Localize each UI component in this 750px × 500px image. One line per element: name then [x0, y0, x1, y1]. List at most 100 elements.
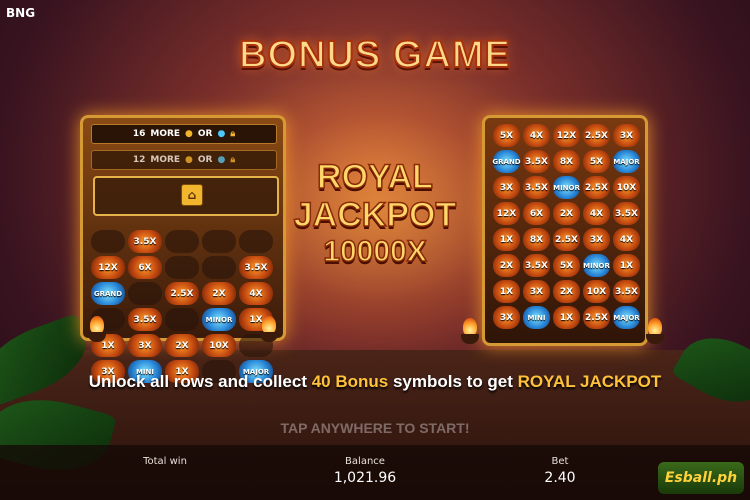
- multiplier-symbol: 3X: [583, 228, 610, 251]
- lock-row-12: 12 MORE ● OR ● 🔒︎: [91, 150, 277, 170]
- multiplier-symbol: 1X: [553, 306, 580, 329]
- multiplier-symbol: 6X: [128, 256, 162, 279]
- jackpot-symbol: MINOR: [583, 254, 610, 277]
- bonus-gem-icon: ●: [217, 129, 226, 139]
- lock-or-label: OR: [197, 129, 213, 139]
- multiplier-symbol: 8X: [553, 150, 580, 173]
- multiplier-symbol: 3X: [493, 306, 520, 329]
- multiplier-symbol: 3X: [493, 176, 520, 199]
- multiplier-symbol: 4X: [583, 202, 610, 225]
- multiplier-symbol: 3.5X: [128, 230, 162, 253]
- multiplier-symbol: 2.5X: [553, 228, 580, 251]
- lock-row-16: 16 MORE ● OR ● 🔒︎: [91, 124, 277, 144]
- multiplier-symbol: [128, 282, 162, 305]
- multiplier-symbol: 3X: [523, 280, 550, 303]
- site-logo: Esball.ph: [658, 462, 744, 494]
- multiplier-symbol: 3.5X: [523, 150, 550, 173]
- jackpot-symbol: GRAND: [492, 150, 521, 173]
- multiplier-symbol: 2X: [553, 202, 580, 225]
- multiplier-symbol: 12X: [91, 256, 125, 279]
- page-title: BONUS GAME: [238, 33, 511, 77]
- multiplier-symbol: 10X: [202, 334, 236, 357]
- multiplier-symbol: 3.5X: [523, 254, 550, 277]
- multiplier-symbol: [165, 230, 199, 253]
- instruction-highlight: 40 Bonus: [311, 372, 389, 391]
- multiplier-symbol: 3.5X: [613, 202, 640, 225]
- bet-label: Bet: [551, 456, 569, 467]
- multiplier-symbol: [202, 230, 236, 253]
- multiplier-symbol: 2X: [493, 254, 520, 277]
- instruction-highlight: ROYAL JACKPOT: [517, 372, 662, 391]
- jackpot-symbol: MAJOR: [613, 150, 640, 173]
- multiplier-symbol: 12X: [553, 124, 580, 147]
- tap-to-start[interactable]: TAP ANYWHERE TO START!: [0, 420, 750, 436]
- multiplier-symbol: 10X: [613, 176, 640, 199]
- balance-label: Balance: [345, 456, 385, 467]
- multiplier-symbol: 3.5X: [128, 308, 162, 331]
- royal-jackpot-banner: ROYAL JACKPOT 10000X: [290, 157, 460, 270]
- multiplier-symbol: [165, 256, 199, 279]
- multiplier-symbol: 2.5X: [583, 306, 610, 329]
- multiplier-symbol: 1X: [493, 228, 520, 251]
- jackpot-symbol: MINOR: [202, 308, 236, 331]
- full-grid-panel: 5X 4X 12X 2.5X 3X GRAND 3.5X 8X 5X MAJOR 3X 3.5X MIN…: [482, 115, 648, 346]
- multiplier-symbol: 1X: [493, 280, 520, 303]
- multiplier-symbol: 2.5X: [165, 282, 199, 305]
- lock-more-label: MORE: [150, 129, 181, 139]
- lock-or-label: OR: [197, 155, 213, 165]
- total-win-label: Total win: [143, 456, 187, 467]
- lock-icon: 🔒︎: [230, 129, 236, 139]
- multiplier-symbol: 12X: [493, 202, 520, 225]
- multiplier-symbol: 3.5X: [523, 176, 550, 199]
- jackpot-symbol: GRAND: [91, 282, 125, 305]
- bet-stat: Bet 2.40: [535, 456, 585, 486]
- unlock-row: ⌂: [93, 176, 279, 216]
- bonus-coin-icon: ●: [185, 155, 193, 165]
- jackpot-line-1: ROYAL: [316, 157, 433, 197]
- multiplier-symbol: 6X: [523, 202, 550, 225]
- multiplier-symbol: 8X: [523, 228, 550, 251]
- jackpot-symbol: MAJOR: [613, 306, 640, 329]
- multiplier-symbol: [239, 230, 273, 253]
- multiplier-symbol: 2X: [553, 280, 580, 303]
- lock-count: 16: [132, 129, 146, 139]
- instruction-text: Unlock all rows and collect: [88, 372, 312, 391]
- instruction-text: symbols to get: [388, 372, 518, 391]
- jackpot-multiplier: 10000X: [323, 234, 428, 269]
- bonus-gem-icon: ●: [217, 155, 226, 165]
- multiplier-symbol: [165, 308, 199, 331]
- jackpot-symbol: MINI: [523, 306, 550, 329]
- open-padlock-icon: ⌂: [181, 184, 203, 206]
- multiplier-symbol: 2X: [165, 334, 199, 357]
- bonus-instruction: Unlock all rows and collect 40 Bonus sym…: [0, 372, 750, 392]
- multiplier-symbol: 4X: [523, 124, 550, 147]
- balance-value: 1,021.96: [333, 470, 397, 486]
- multiplier-symbol: [202, 256, 236, 279]
- multiplier-symbol: 2.5X: [583, 176, 610, 199]
- multiplier-symbol: 2.5X: [583, 124, 610, 147]
- left-symbol-grid: 3.5X 12X 6X 3.5X GRAND 2.5X 2X 4X 3.5X MINOR 1X 1X 3…: [91, 230, 273, 383]
- multiplier-symbol: 1X: [613, 254, 640, 277]
- jackpot-line-2: JACKPOT: [293, 195, 457, 235]
- multiplier-symbol: 5X: [553, 254, 580, 277]
- multiplier-symbol: 2X: [202, 282, 236, 305]
- multiplier-symbol: 4X: [239, 282, 273, 305]
- multiplier-symbol: 10X: [583, 280, 610, 303]
- bonus-coin-icon: ●: [185, 129, 193, 139]
- lock-icon: 🔒︎: [230, 155, 236, 165]
- provider-brand: BNG: [6, 6, 36, 20]
- jackpot-symbol: MINOR: [553, 176, 580, 199]
- multiplier-symbol: 3.5X: [239, 256, 273, 279]
- multiplier-symbol: 3.5X: [613, 280, 640, 303]
- lock-more-label: MORE: [150, 155, 181, 165]
- multiplier-symbol: [91, 230, 125, 253]
- multiplier-symbol: 3X: [613, 124, 640, 147]
- total-win-stat: Total win: [130, 456, 200, 470]
- right-symbol-grid: 5X 4X 12X 2.5X 3X GRAND 3.5X 8X 5X MAJOR 3X 3.5X MIN…: [492, 124, 640, 329]
- balance-stat: Balance 1,021.96: [325, 456, 405, 486]
- multiplier-symbol: 3X: [128, 334, 162, 357]
- multiplier-symbol: 4X: [613, 228, 640, 251]
- torch-bowl-icon: [646, 334, 664, 344]
- bonus-preview-panel: 16 MORE ● OR ● 🔒︎ 12 MORE ● OR ● 🔒︎ ⌂ 3.…: [80, 115, 286, 383]
- bet-value: 2.40: [544, 470, 576, 486]
